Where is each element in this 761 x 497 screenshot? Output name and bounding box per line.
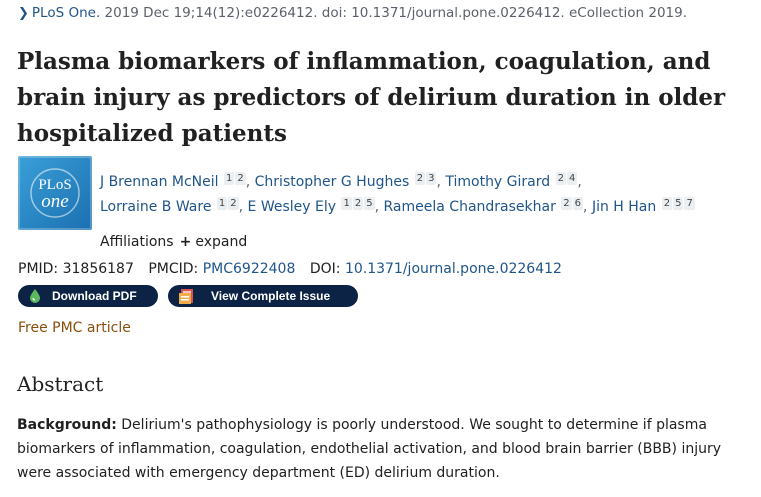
logo-text-one: one bbox=[41, 191, 68, 212]
download-pdf-label: Download PDF bbox=[52, 289, 137, 303]
pmid-value: 31856187 bbox=[62, 261, 134, 277]
affiliation-ref[interactable]: 2 bbox=[235, 172, 246, 185]
affiliation-ref[interactable]: 2 bbox=[228, 197, 239, 210]
affiliation-ref[interactable]: 2 bbox=[352, 197, 364, 210]
background-label: Background: bbox=[17, 417, 117, 433]
affiliation-ref[interactable]: 4 bbox=[566, 172, 578, 185]
affiliation-ref[interactable]: 1 bbox=[216, 197, 228, 210]
author-list: J Brennan McNeil 12, Christopher G Hughe… bbox=[100, 170, 740, 220]
pdf-drop-icon bbox=[30, 289, 40, 303]
view-complete-issue-button[interactable]: View Complete Issue bbox=[168, 285, 358, 307]
author-item: Christopher G Hughes 23, bbox=[254, 172, 441, 190]
author-link[interactable]: Timothy Girard bbox=[445, 174, 550, 190]
author-link[interactable]: Jin H Han bbox=[592, 199, 656, 215]
citation-line: ❯ PLoS One. 2019 Dec 19;14(12):e0226412. … bbox=[18, 5, 687, 21]
journal-issue-icon bbox=[179, 289, 193, 304]
article-page: ❯ PLoS One. 2019 Dec 19;14(12):e0226412. … bbox=[0, 0, 761, 497]
affiliation-ref[interactable]: 7 bbox=[684, 197, 695, 210]
chevron-right-icon: ❯ bbox=[18, 6, 29, 21]
background-text: Delirium's pathophysiology is poorly und… bbox=[17, 417, 722, 481]
doi-label: DOI: bbox=[309, 261, 341, 277]
affiliation-ref[interactable]: 5 bbox=[364, 197, 375, 210]
author-link[interactable]: E Wesley Ely bbox=[248, 199, 336, 215]
affiliation-ref[interactable]: 1 bbox=[341, 197, 352, 210]
author-link[interactable]: Rameela Chandrasekhar bbox=[384, 199, 556, 215]
abstract-heading: Abstract bbox=[17, 372, 104, 396]
journal-link[interactable]: PLoS One. bbox=[32, 5, 100, 21]
plus-icon: + bbox=[179, 234, 192, 250]
affiliation-ref[interactable]: 2 bbox=[555, 172, 566, 185]
affiliations-label: Affiliations bbox=[100, 234, 174, 250]
affiliation-ref[interactable]: 1 bbox=[224, 172, 235, 185]
pmid-label: PMID: bbox=[18, 261, 59, 277]
author-link[interactable]: Lorraine B Ware bbox=[100, 199, 211, 215]
article-title: Plasma biomarkers of inflammation, coagu… bbox=[17, 48, 726, 147]
author-link[interactable]: J Brennan McNeil bbox=[100, 174, 219, 190]
author-item: Timothy Girard 24, bbox=[445, 172, 582, 190]
author-item: J Brennan McNeil 12, bbox=[100, 172, 251, 190]
author-item: Lorraine B Ware 12, bbox=[100, 197, 244, 215]
affiliation-ref[interactable]: 5 bbox=[673, 197, 684, 210]
plos-one-logo-icon: PLoS one bbox=[30, 168, 80, 218]
author-item: Rameela Chandrasekhar 26, bbox=[383, 197, 588, 215]
identifier-line: PMID: 31856187 PMCID: PMC6922408 DOI: 10… bbox=[18, 261, 562, 277]
view-issue-label: View Complete Issue bbox=[211, 289, 331, 303]
free-pmc-article-link[interactable]: Free PMC article bbox=[18, 320, 131, 336]
affiliation-ref[interactable]: 2 bbox=[414, 172, 426, 185]
affiliation-ref[interactable]: 6 bbox=[572, 197, 584, 210]
journal-logo[interactable]: PLoS one bbox=[18, 156, 92, 230]
affiliation-ref[interactable]: 3 bbox=[426, 172, 437, 185]
affiliation-ref[interactable]: 2 bbox=[561, 197, 572, 210]
pmcid-link[interactable]: PMC6922408 bbox=[203, 261, 296, 277]
affiliations-toggle[interactable]: Affiliations + expand bbox=[100, 234, 247, 250]
citation-details: 2019 Dec 19;14(12):e0226412. doi: 10.137… bbox=[104, 5, 688, 21]
pmcid-label: PMCID: bbox=[148, 261, 199, 277]
affiliation-ref[interactable]: 2 bbox=[661, 197, 673, 210]
download-pdf-button[interactable]: Download PDF bbox=[18, 285, 158, 307]
abstract-background: Background: Delirium's pathophysiology i… bbox=[17, 413, 737, 485]
author-link[interactable]: Christopher G Hughes bbox=[255, 174, 410, 190]
author-item: Jin H Han 257 bbox=[592, 197, 695, 215]
expand-label: expand bbox=[195, 234, 248, 250]
doi-link[interactable]: 10.1371/journal.pone.0226412 bbox=[345, 261, 562, 277]
author-item: E Wesley Ely 125, bbox=[247, 197, 380, 215]
